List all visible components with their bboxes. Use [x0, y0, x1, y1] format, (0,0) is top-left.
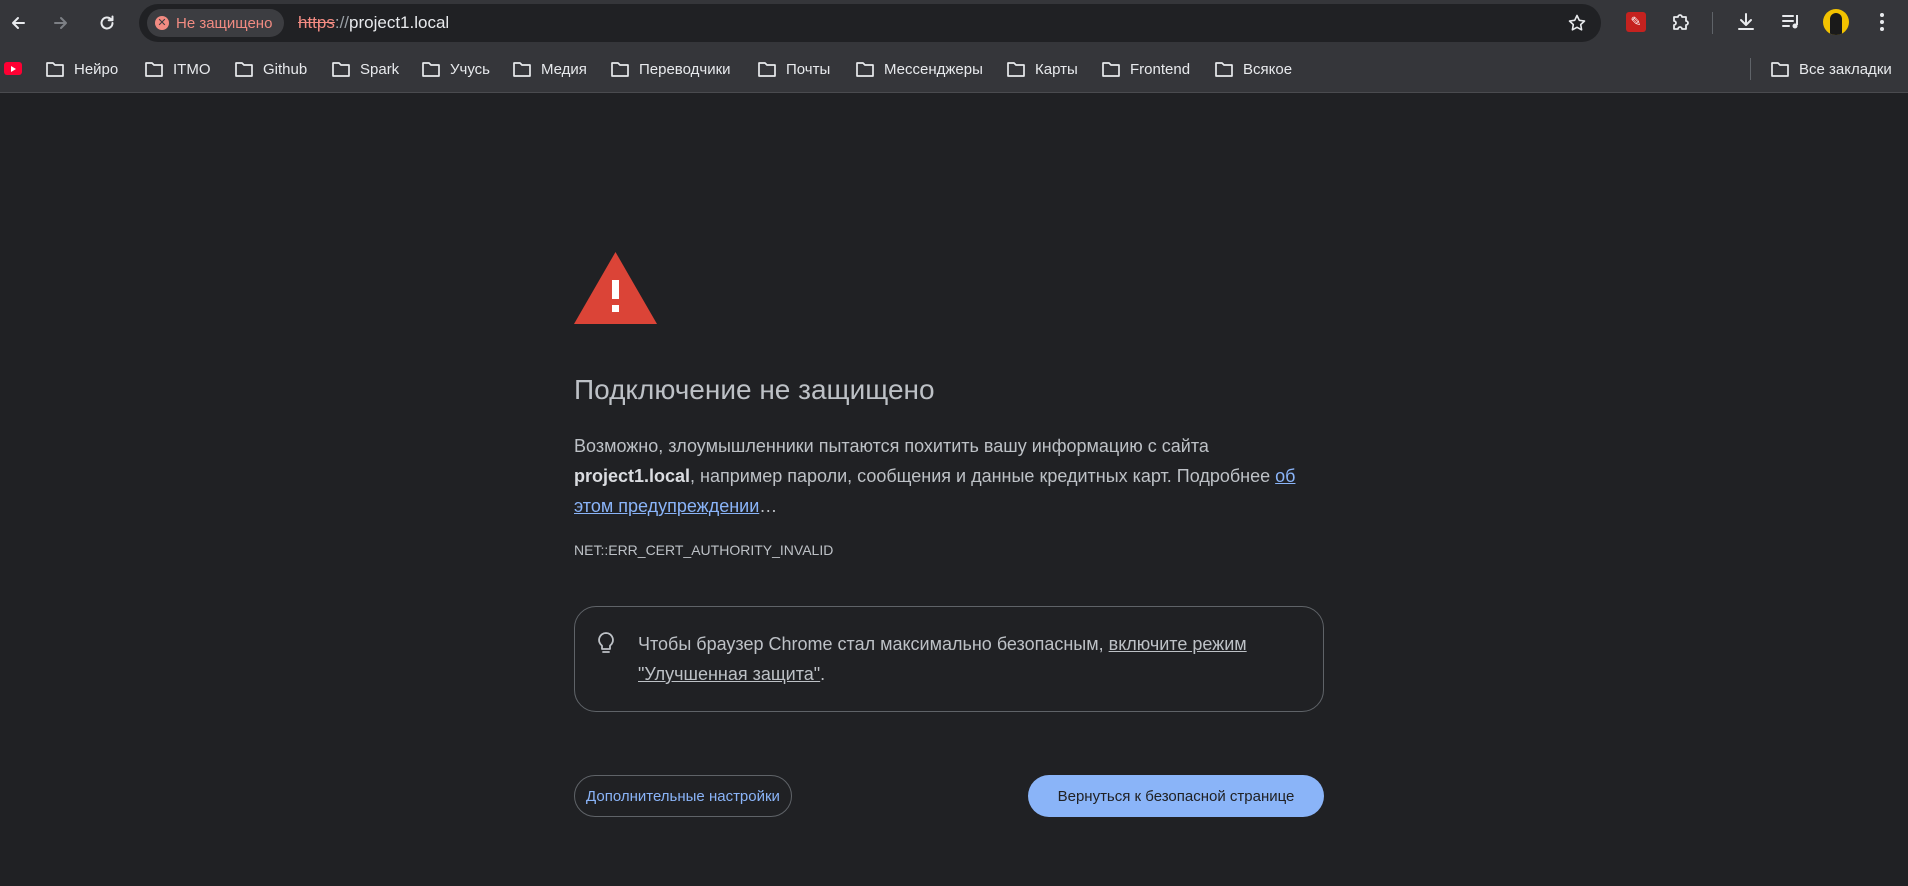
bookmark-folder[interactable]: Карты — [1006, 57, 1078, 81]
bookmark-folder[interactable]: Почты — [757, 57, 830, 81]
tip-text-main: Чтобы браузер Chrome стал максимально бе… — [638, 634, 1109, 654]
error-code: NET::ERR_CERT_AUTHORITY_INVALID — [574, 542, 834, 558]
profile-button[interactable] — [1823, 9, 1849, 35]
back-button[interactable] — [3, 8, 33, 38]
security-chip-label: Не защищено — [176, 14, 273, 32]
downloads-button[interactable] — [1733, 9, 1759, 35]
folder-icon — [145, 62, 163, 77]
all-bookmarks-button[interactable]: Все закладки — [1770, 57, 1892, 81]
folder-icon — [513, 62, 531, 77]
bookmark-label: ITMO — [173, 60, 211, 78]
not-secure-icon: ✕ — [155, 16, 169, 30]
forward-icon — [54, 17, 67, 29]
bookmark-label: Всякое — [1243, 60, 1293, 78]
more-icon — [1880, 13, 1884, 31]
bookmark-label: Почты — [786, 60, 831, 78]
bookmark-label: Frontend — [1130, 60, 1191, 78]
bookmark-folder[interactable]: ITMO — [144, 57, 211, 81]
media-icon — [1782, 15, 1798, 29]
avatar — [1823, 9, 1849, 35]
bookmark-folder[interactable]: Frontend — [1101, 57, 1190, 81]
reload-icon — [100, 15, 114, 30]
folder-icon — [856, 62, 874, 77]
url-host: project1.local — [349, 13, 450, 32]
folder-icon — [1771, 62, 1789, 77]
bookmark-folder[interactable]: Spark — [331, 57, 399, 81]
bookmark-label: Spark — [360, 60, 400, 78]
bookmark-folder[interactable]: Всякое — [1214, 57, 1292, 81]
download-icon — [1738, 13, 1754, 30]
bookmark-folder[interactable]: Учусь — [421, 57, 490, 81]
folder-icon — [1007, 62, 1025, 77]
folder-icon — [332, 62, 350, 77]
browser-toolbar: ✕ Не защищено https://project1.local ✎ — [0, 0, 1908, 46]
forward-button[interactable] — [46, 8, 76, 38]
back-icon — [12, 17, 25, 29]
youtube-bookmark-icon[interactable] — [4, 62, 22, 75]
url-separator: :// — [334, 13, 350, 32]
bookmark-label: Учусь — [450, 60, 490, 78]
all-bookmarks-label: Все закладки — [1799, 60, 1892, 78]
bookmarks-divider — [1750, 58, 1751, 80]
reload-button[interactable] — [92, 8, 122, 38]
bookmarks-bar: Нейро ITMO Github Spark Учусь Медия Пере… — [0, 46, 1908, 93]
puzzle-icon — [1673, 14, 1689, 30]
desc-text-2: , например пароли, сообщения и данные кр… — [690, 466, 1276, 486]
bookmark-label: Github — [263, 60, 308, 78]
back-to-safety-button[interactable]: Вернуться к безопасной странице — [1028, 775, 1324, 817]
folder-icon — [235, 62, 253, 77]
bookmark-label: Карты — [1035, 60, 1078, 78]
extensions-menu-button[interactable] — [1668, 9, 1694, 35]
bookmark-folder[interactable]: Переводчики — [610, 57, 731, 81]
bookmark-folder[interactable]: Медия — [512, 57, 587, 81]
desc-host: project1.local — [574, 466, 691, 486]
bookmark-folder[interactable]: Нейро — [45, 57, 118, 81]
bookmark-label: Мессенджеры — [884, 60, 983, 78]
url-scheme: https — [298, 13, 335, 32]
folder-icon — [1102, 62, 1120, 77]
folder-icon — [758, 62, 776, 77]
bookmark-label: Переводчики — [639, 60, 731, 78]
url-text[interactable]: https://project1.local — [298, 4, 449, 42]
tip-text: Чтобы браузер Chrome стал максимально бе… — [638, 629, 1298, 689]
extension-button[interactable]: ✎ — [1623, 9, 1649, 35]
toolbar-divider — [1712, 12, 1713, 34]
extension-icon: ✎ — [1626, 12, 1646, 32]
bookmark-label: Нейро — [74, 60, 119, 78]
menu-button[interactable] — [1869, 9, 1895, 35]
enhanced-protection-tip: Чтобы браузер Chrome стал максимально бе… — [574, 606, 1324, 712]
tip-text-end: . — [820, 664, 826, 684]
folder-icon — [422, 62, 440, 77]
advanced-button[interactable]: Дополнительные настройки — [574, 775, 792, 817]
warning-description: Возможно, злоумышленники пытаются похити… — [574, 431, 1314, 521]
folder-icon — [1215, 62, 1233, 77]
bookmark-folder[interactable]: Github — [234, 57, 307, 81]
security-chip[interactable]: ✕ Не защищено — [147, 9, 285, 37]
desc-ellipsis: … — [759, 496, 778, 516]
warning-icon — [574, 252, 657, 324]
folder-icon — [46, 62, 64, 77]
address-bar[interactable]: ✕ Не защищено https://project1.local — [139, 4, 1601, 42]
page-title: Подключение не защищено — [574, 374, 935, 405]
lightbulb-icon — [598, 632, 614, 653]
bookmark-folder[interactable]: Мессенджеры — [855, 57, 983, 81]
star-icon[interactable] — [1567, 13, 1587, 33]
folder-icon — [611, 62, 629, 77]
media-button[interactable] — [1778, 9, 1804, 35]
desc-text: Возможно, злоумышленники пытаются похити… — [574, 436, 1209, 456]
bookmark-label: Медия — [541, 60, 587, 78]
